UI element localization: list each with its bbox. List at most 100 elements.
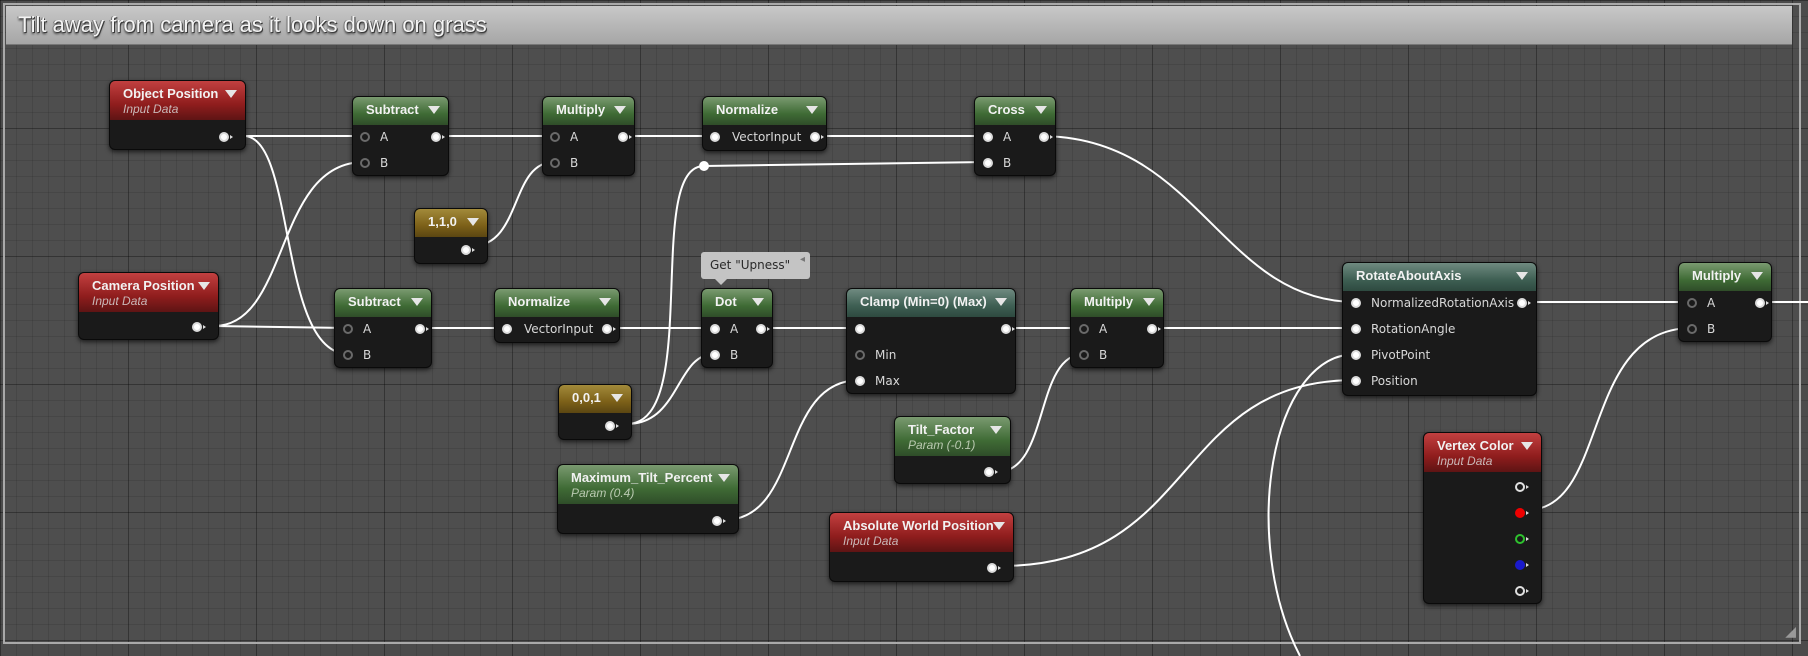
input-pin[interactable] [550,158,560,168]
node-subtract-1[interactable]: Subtract A B [352,96,449,176]
output-pin-g[interactable] [1515,534,1529,544]
input-pin[interactable] [855,350,865,360]
collapse-arrow-icon[interactable] [411,298,423,306]
input-pin[interactable] [1351,350,1361,360]
collapse-arrow-icon[interactable] [1751,272,1763,280]
node-header[interactable]: Absolute World Position Input Data [830,513,1013,552]
input-pin[interactable] [1351,376,1361,386]
node-cross[interactable]: Cross A B [974,96,1056,176]
output-pin[interactable] [712,516,726,526]
collapse-arrow-icon[interactable] [225,90,237,98]
output-pin[interactable] [605,421,619,431]
upness-comment-bubble[interactable]: Get "Upness" ◂ [701,252,810,285]
collapse-arrow-icon[interactable] [806,106,818,114]
collapse-arrow-icon[interactable] [1035,106,1047,114]
collapse-arrow-icon[interactable] [718,474,730,482]
output-pin-rgb[interactable] [1515,482,1529,492]
input-pin[interactable] [1687,298,1697,308]
node-header[interactable]: Cross [975,97,1055,125]
node-header[interactable]: Subtract [335,289,431,317]
collapse-arrow-icon[interactable] [467,218,479,226]
collapse-arrow-icon[interactable] [428,106,440,114]
node-camera-position[interactable]: Camera Position Input Data [78,272,219,340]
input-pin[interactable] [502,324,512,334]
node-dot[interactable]: Dot A B [701,288,773,368]
input-pin[interactable] [343,350,353,360]
node-header[interactable]: Clamp (Min=0) (Max) [847,289,1015,317]
output-pin[interactable] [756,324,770,334]
node-header[interactable]: 1,1,0 [415,209,487,237]
input-pin[interactable] [855,324,865,334]
input-pin[interactable] [1351,298,1361,308]
collapse-arrow-icon[interactable] [993,522,1005,530]
output-pin[interactable] [1517,298,1531,308]
node-header[interactable]: Normalize [703,97,826,125]
collapse-arrow-icon[interactable] [599,298,611,306]
wire-absworld-to-position[interactable] [999,379,1357,567]
input-pin[interactable] [1079,324,1089,334]
node-multiply-3[interactable]: Multiply A B [1678,262,1772,342]
node-header[interactable]: Subtract [353,97,448,125]
output-pin[interactable] [219,132,233,142]
wire-reroute-to-cross-b[interactable] [703,161,989,167]
material-graph-canvas[interactable]: Tilt away from camera as it looks down o… [0,0,1808,656]
output-pin[interactable] [1755,298,1769,308]
node-multiply-2[interactable]: Multiply A B [1070,288,1164,368]
collapse-arrow-icon[interactable] [198,282,210,290]
output-pin[interactable] [431,132,445,142]
input-pin[interactable] [710,324,720,334]
collapse-arrow-icon[interactable] [995,298,1007,306]
node-constant-110[interactable]: 1,1,0 [414,208,488,264]
node-rotate-about-axis[interactable]: RotateAboutAxis NormalizedRotationAxis R… [1342,262,1537,396]
wire-offscreen-to-pivot[interactable] [1267,353,1357,656]
output-pin[interactable] [1039,132,1053,142]
input-pin[interactable] [1687,324,1697,334]
output-pin[interactable] [192,322,206,332]
node-tilt-factor[interactable]: Tilt_Factor Param (-0.1) [894,416,1011,484]
collapse-arrow-icon[interactable] [614,106,626,114]
node-header[interactable]: Dot [702,289,772,317]
output-pin-b[interactable] [1515,560,1529,570]
output-pin[interactable] [984,467,998,477]
node-normalize-2[interactable]: Normalize VectorInput [494,288,620,343]
collapse-arrow-icon[interactable] [611,394,623,402]
collapse-arrow-icon[interactable] [1143,298,1155,306]
output-pin[interactable] [461,245,475,255]
wire-vertexcolor-red-to-multiply3-b[interactable] [1526,327,1693,511]
input-pin[interactable] [360,158,370,168]
node-header[interactable]: Normalize [495,289,619,317]
node-header[interactable]: Multiply [543,97,634,125]
node-header[interactable]: Multiply [1679,263,1771,291]
node-multiply-1[interactable]: Multiply A B [542,96,635,176]
input-pin[interactable] [710,132,720,142]
node-header[interactable]: 0,0,1 [559,385,631,413]
node-header[interactable]: Vertex Color Input Data [1424,433,1541,472]
input-pin[interactable] [360,132,370,142]
output-pin-a[interactable] [1515,586,1529,596]
wire-object-to-subtract2-b[interactable] [243,135,349,355]
node-absolute-world-position[interactable]: Absolute World Position Input Data [829,512,1014,582]
output-pin[interactable] [810,132,824,142]
wire-cross-to-rotation-axis[interactable] [1039,135,1357,303]
node-vertex-color[interactable]: Vertex Color Input Data [1423,432,1542,604]
node-header[interactable]: Maximum_Tilt_Percent Param (0.4) [558,465,738,504]
input-pin[interactable] [343,324,353,334]
node-normalize-1[interactable]: Normalize VectorInput [702,96,827,151]
output-pin[interactable] [1147,324,1161,334]
node-maximum-tilt-percent[interactable]: Maximum_Tilt_Percent Param (0.4) [557,464,739,534]
output-pin[interactable] [1001,324,1015,334]
wire-camera-to-subtract2-a[interactable] [213,325,349,329]
node-constant-001[interactable]: 0,0,1 [558,384,632,440]
input-pin[interactable] [855,376,865,386]
output-pin[interactable] [618,132,632,142]
output-pin-r[interactable] [1515,508,1529,518]
collapse-arrow-icon[interactable] [752,298,764,306]
node-header[interactable]: Camera Position Input Data [79,273,218,312]
input-pin[interactable] [1351,324,1361,334]
node-header[interactable]: Object Position Input Data [110,81,245,120]
reroute-node[interactable] [699,161,709,171]
collapse-arrow-icon[interactable] [990,426,1002,434]
wire-const001-to-reroute[interactable] [626,165,705,425]
node-header[interactable]: Tilt_Factor Param (-0.1) [895,417,1010,456]
input-pin[interactable] [550,132,560,142]
